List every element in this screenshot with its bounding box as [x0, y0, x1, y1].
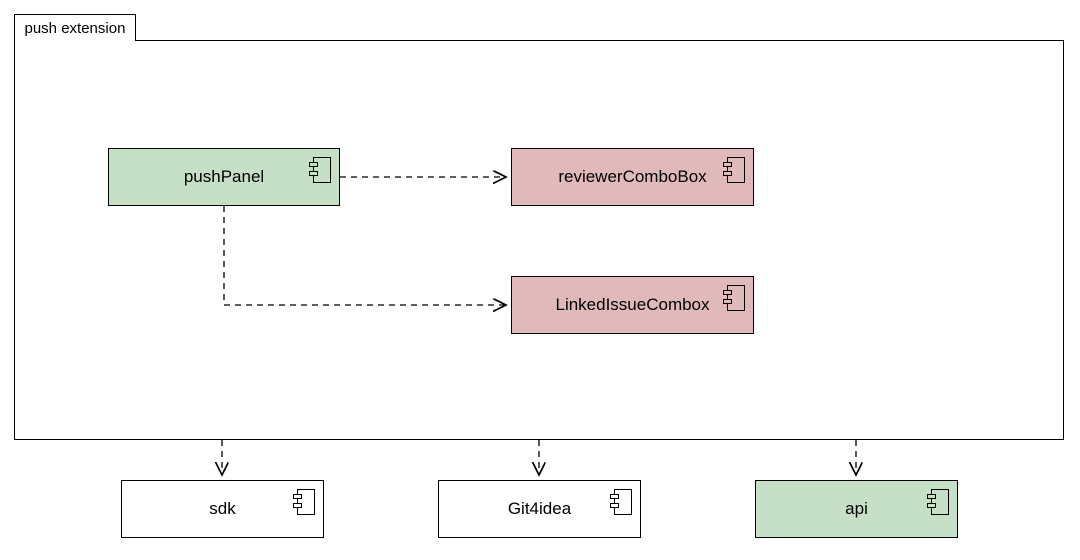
component-sdk: sdk [121, 480, 324, 538]
component-api: api [755, 480, 958, 538]
component-icon [293, 489, 315, 515]
component-label: pushPanel [184, 167, 264, 187]
component-push-panel: pushPanel [108, 148, 340, 206]
component-reviewer-combobox: reviewerComboBox [511, 148, 754, 206]
component-icon [610, 489, 632, 515]
package-tab: push extension [14, 14, 137, 41]
component-git4idea: Git4idea [438, 480, 641, 538]
component-label: Git4idea [508, 499, 571, 519]
package-push-extension: push extension [14, 40, 1064, 440]
package-label: push extension [25, 20, 126, 37]
component-icon [723, 285, 745, 311]
component-linked-issue-combox: LinkedIssueCombox [511, 276, 754, 334]
component-label: sdk [209, 499, 235, 519]
component-label: api [845, 499, 868, 519]
component-icon [309, 157, 331, 183]
component-icon [723, 157, 745, 183]
component-icon [927, 489, 949, 515]
component-label: LinkedIssueCombox [555, 295, 709, 315]
component-label: reviewerComboBox [558, 167, 706, 187]
